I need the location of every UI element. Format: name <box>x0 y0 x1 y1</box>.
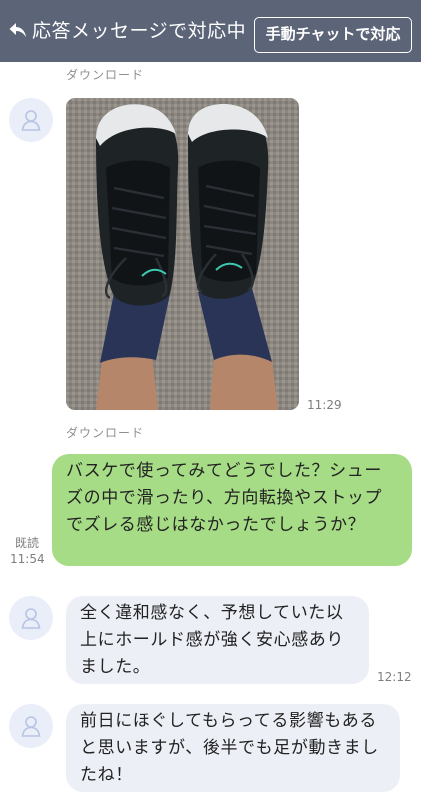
user-icon <box>21 110 41 131</box>
received-timestamp: 12:12 <box>377 670 412 684</box>
sent-timestamp: 11:54 <box>10 552 45 566</box>
user-icon <box>21 608 41 629</box>
chat-screen: 応答メッセージで対応中 手動チャットで対応 ダウンロード 11:29 ダウンロー… <box>0 0 421 800</box>
avatar[interactable] <box>9 596 53 640</box>
manual-chat-button[interactable]: 手動チャットで対応 <box>254 17 412 53</box>
received-message-bubble[interactable]: 全く違和感なく、予想していた以上にホールド感が強く安心感ありました。 <box>66 596 369 684</box>
header-title: 応答メッセージで対応中 <box>32 20 247 42</box>
download-label[interactable]: ダウンロード <box>66 66 144 83</box>
read-receipt: 既読 <box>15 536 40 550</box>
avatar[interactable] <box>9 704 53 748</box>
photo-timestamp: 11:29 <box>307 398 342 412</box>
avatar[interactable] <box>9 98 53 142</box>
download-label[interactable]: ダウンロード <box>66 424 144 441</box>
received-message-bubble[interactable]: 前日にほぐしてもらってる影響もあると思いますが、後半でも足が動きましたね！ <box>66 704 400 792</box>
shoes-photo[interactable] <box>66 98 299 410</box>
chat-header: 応答メッセージで対応中 手動チャットで対応 <box>0 0 421 62</box>
back-arrow-icon[interactable] <box>9 21 27 39</box>
user-icon <box>21 716 41 737</box>
shoes-photo-image <box>66 98 299 410</box>
sent-message-bubble[interactable]: バスケで使ってみてどうでした？シューズの中で滑ったり、方向転換やストップでズレる… <box>52 454 412 566</box>
